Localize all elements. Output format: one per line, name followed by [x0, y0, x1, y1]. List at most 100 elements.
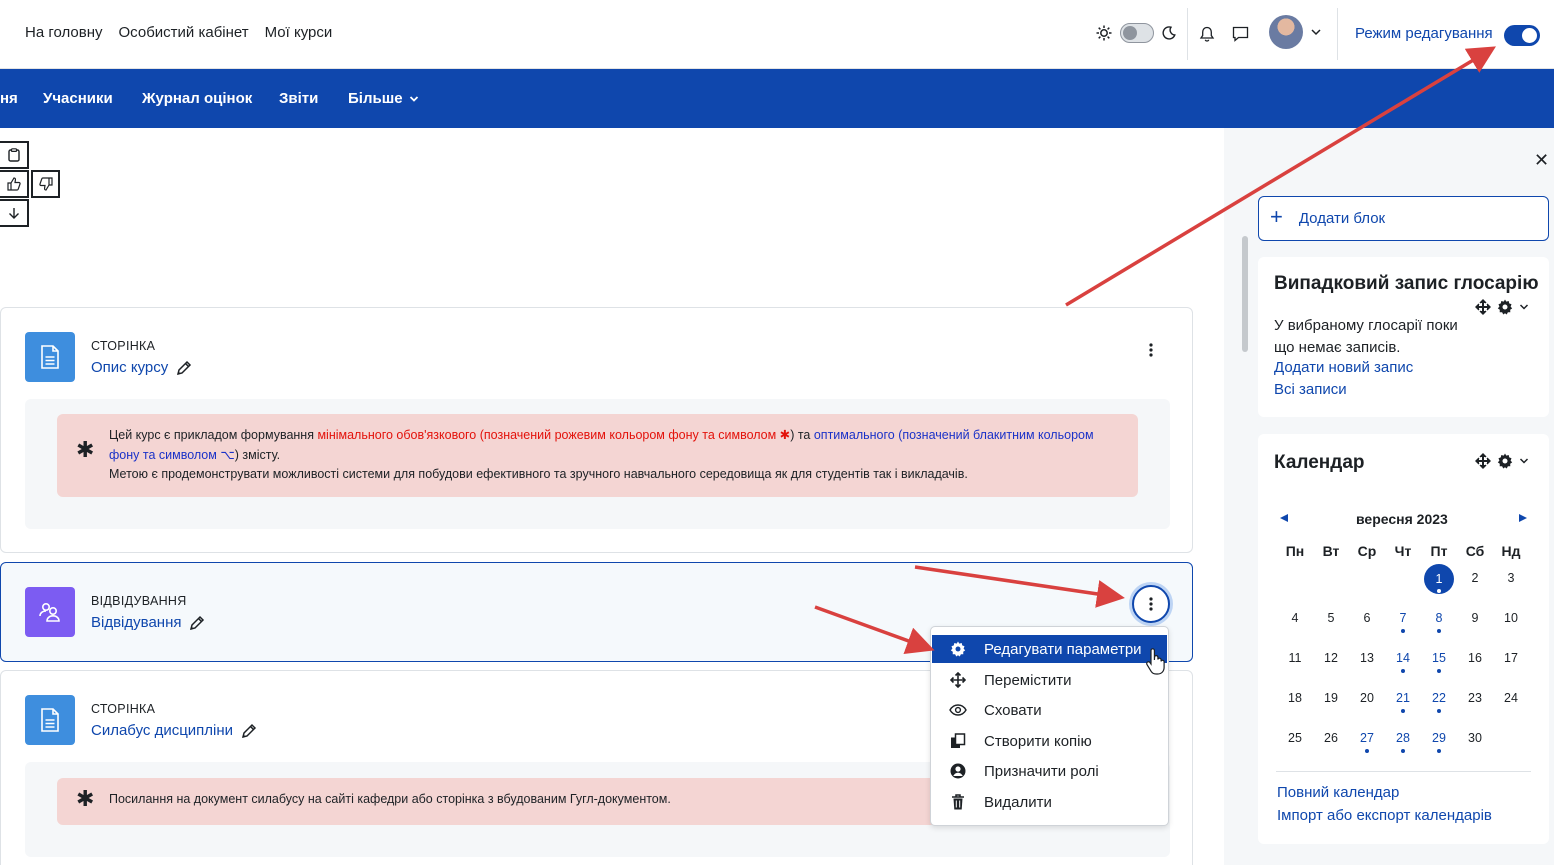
activity-name-link[interactable]: Опис курсу — [91, 359, 192, 376]
pencil-edit-icon[interactable] — [176, 360, 192, 376]
notifications-bell-icon[interactable] — [1197, 24, 1217, 44]
prev-month-icon[interactable] — [1279, 513, 1289, 523]
calendar-empty-day — [1349, 568, 1385, 608]
calendar-day[interactable]: 1 — [1421, 564, 1457, 608]
calendar-day[interactable]: 29 — [1421, 728, 1457, 768]
calendar-day[interactable]: 3 — [1493, 568, 1529, 608]
gear-icon[interactable] — [1497, 453, 1513, 469]
pencil-edit-icon[interactable] — [241, 723, 257, 739]
calendar-day[interactable]: 26 — [1313, 728, 1349, 768]
calendar-day[interactable]: 5 — [1313, 608, 1349, 648]
drawer-scrollbar[interactable] — [1242, 236, 1248, 352]
calendar-day[interactable]: 22 — [1421, 688, 1457, 728]
alert-text-part: Цей курс є прикладом формування — [109, 428, 318, 442]
activity-actions-kebab-icon[interactable] — [1135, 334, 1167, 366]
nav-tab-course[interactable]: ня — [0, 90, 18, 107]
add-block-label: Додати блок — [1298, 210, 1386, 227]
full-calendar-link[interactable]: Повний календар — [1277, 784, 1399, 801]
menu-item-edit-settings[interactable]: Редагувати параметри — [932, 635, 1167, 663]
menu-item-duplicate[interactable]: Створити копію — [932, 727, 1167, 755]
nav-tab-reports[interactable]: Звіти — [279, 90, 318, 107]
calendar-day[interactable]: 20 — [1349, 688, 1385, 728]
calendar-day[interactable]: 11 — [1277, 648, 1313, 688]
activity-name-text: Відвідування — [91, 614, 182, 631]
calendar-day[interactable]: 27 — [1349, 728, 1385, 768]
calendar-day[interactable]: 23 — [1457, 688, 1493, 728]
chevron-down-icon[interactable] — [1311, 28, 1321, 36]
top-navbar: На головну Особистий кабінет Мої курси Р… — [0, 0, 1554, 69]
chevron-down-icon[interactable] — [1519, 457, 1529, 465]
activity-actions-kebab-icon[interactable] — [1132, 585, 1170, 623]
close-drawer-icon[interactable]: ✕ — [1534, 150, 1549, 170]
activity-type-label: СТОРІНКА — [91, 339, 156, 353]
edit-mode-toggle[interactable] — [1504, 25, 1540, 46]
calendar-day[interactable]: 24 — [1493, 688, 1529, 728]
thumbs-down-button[interactable] — [31, 170, 60, 198]
thumbs-up-button[interactable] — [0, 170, 29, 198]
calendar-month-label: вересня 2023 — [1356, 511, 1448, 527]
calendar-day[interactable]: 18 — [1277, 688, 1313, 728]
calendar-day[interactable]: 7 — [1385, 608, 1421, 648]
add-glossary-entry-link[interactable]: Додати новий запис — [1274, 359, 1413, 376]
nav-tab-more[interactable]: Більше — [348, 90, 419, 107]
activity-type-label: ВІДВІДУВАННЯ — [91, 594, 187, 608]
calendar-empty-day — [1493, 728, 1529, 768]
user-avatar[interactable] — [1269, 15, 1303, 49]
mandatory-content-alert: ✱ Цей курс є прикладом формування мініма… — [57, 414, 1138, 497]
nav-tab-participants[interactable]: Учасники — [43, 90, 113, 107]
block-title: Календар — [1274, 452, 1365, 473]
menu-item-hide[interactable]: Сховати — [932, 696, 1167, 724]
next-month-icon[interactable] — [1518, 513, 1528, 523]
nav-link-my-courses[interactable]: Мої курси — [265, 24, 333, 41]
glossary-random-block: Випадковий запис глосарію У вибраному гл… — [1258, 257, 1549, 417]
add-block-button[interactable]: + Додати блок — [1258, 196, 1549, 241]
calendar-day[interactable]: 13 — [1349, 648, 1385, 688]
import-export-calendar-link[interactable]: Імпорт або експорт календарів — [1277, 807, 1492, 824]
glossary-empty-text: У вибраному глосарії поки що немає запис… — [1274, 317, 1458, 356]
messages-chat-icon[interactable] — [1230, 24, 1250, 44]
calendar-day[interactable]: 12 — [1313, 648, 1349, 688]
hand-cursor-icon — [1146, 648, 1165, 675]
menu-item-delete[interactable]: Видалити — [932, 788, 1167, 816]
calendar-day[interactable]: 17 — [1493, 648, 1529, 688]
calendar-day[interactable]: 30 — [1457, 728, 1493, 768]
menu-item-move[interactable]: Перемістити — [932, 666, 1167, 694]
nav-tab-grades[interactable]: Журнал оцінок — [142, 90, 252, 107]
menu-item-assign-roles[interactable]: Призначити ролі — [932, 757, 1167, 785]
calendar-day[interactable]: 16 — [1457, 648, 1493, 688]
alert-text-part: ) та — [790, 428, 814, 442]
calendar-day[interactable]: 10 — [1493, 608, 1529, 648]
block-controls — [1475, 453, 1529, 469]
page-module-icon — [25, 695, 75, 745]
calendar-empty-day — [1277, 568, 1313, 608]
calendar-day[interactable]: 4 — [1277, 608, 1313, 648]
thumbs-down-icon — [38, 177, 53, 191]
calendar-day[interactable]: 28 — [1385, 728, 1421, 768]
calendar-day[interactable]: 9 — [1457, 608, 1493, 648]
move-arrows-icon[interactable] — [1475, 453, 1491, 469]
calendar-day[interactable]: 19 — [1313, 688, 1349, 728]
nav-link-dashboard[interactable]: Особистий кабінет — [119, 24, 249, 41]
calendar-day[interactable]: 14 — [1385, 648, 1421, 688]
calendar-day[interactable]: 8 — [1421, 608, 1457, 648]
calendar-day[interactable]: 6 — [1349, 608, 1385, 648]
calendar-day[interactable]: 21 — [1385, 688, 1421, 728]
calendar-day[interactable]: 15 — [1421, 648, 1457, 688]
activity-name-link[interactable]: Силабус дисципліни — [91, 722, 257, 739]
clipboard-button[interactable] — [0, 141, 29, 169]
all-entries-link[interactable]: Всі записи — [1274, 381, 1347, 398]
scroll-down-button[interactable] — [0, 199, 29, 227]
calendar-empty-day — [1313, 568, 1349, 608]
calendar-day[interactable]: 2 — [1457, 568, 1493, 608]
activity-name-link[interactable]: Відвідування — [91, 614, 205, 631]
nav-link-home[interactable]: На головну — [25, 24, 103, 41]
theme-switcher[interactable] — [1096, 23, 1176, 43]
chevron-down-icon[interactable] — [1519, 303, 1529, 311]
calendar-day[interactable]: 25 — [1277, 728, 1313, 768]
move-arrows-icon — [950, 672, 966, 688]
activity-type-label: СТОРІНКА — [91, 702, 156, 716]
gear-icon[interactable] — [1497, 299, 1513, 315]
pencil-edit-icon[interactable] — [189, 615, 205, 631]
theme-toggle-switch[interactable] — [1120, 23, 1154, 43]
move-arrows-icon[interactable] — [1475, 299, 1491, 315]
